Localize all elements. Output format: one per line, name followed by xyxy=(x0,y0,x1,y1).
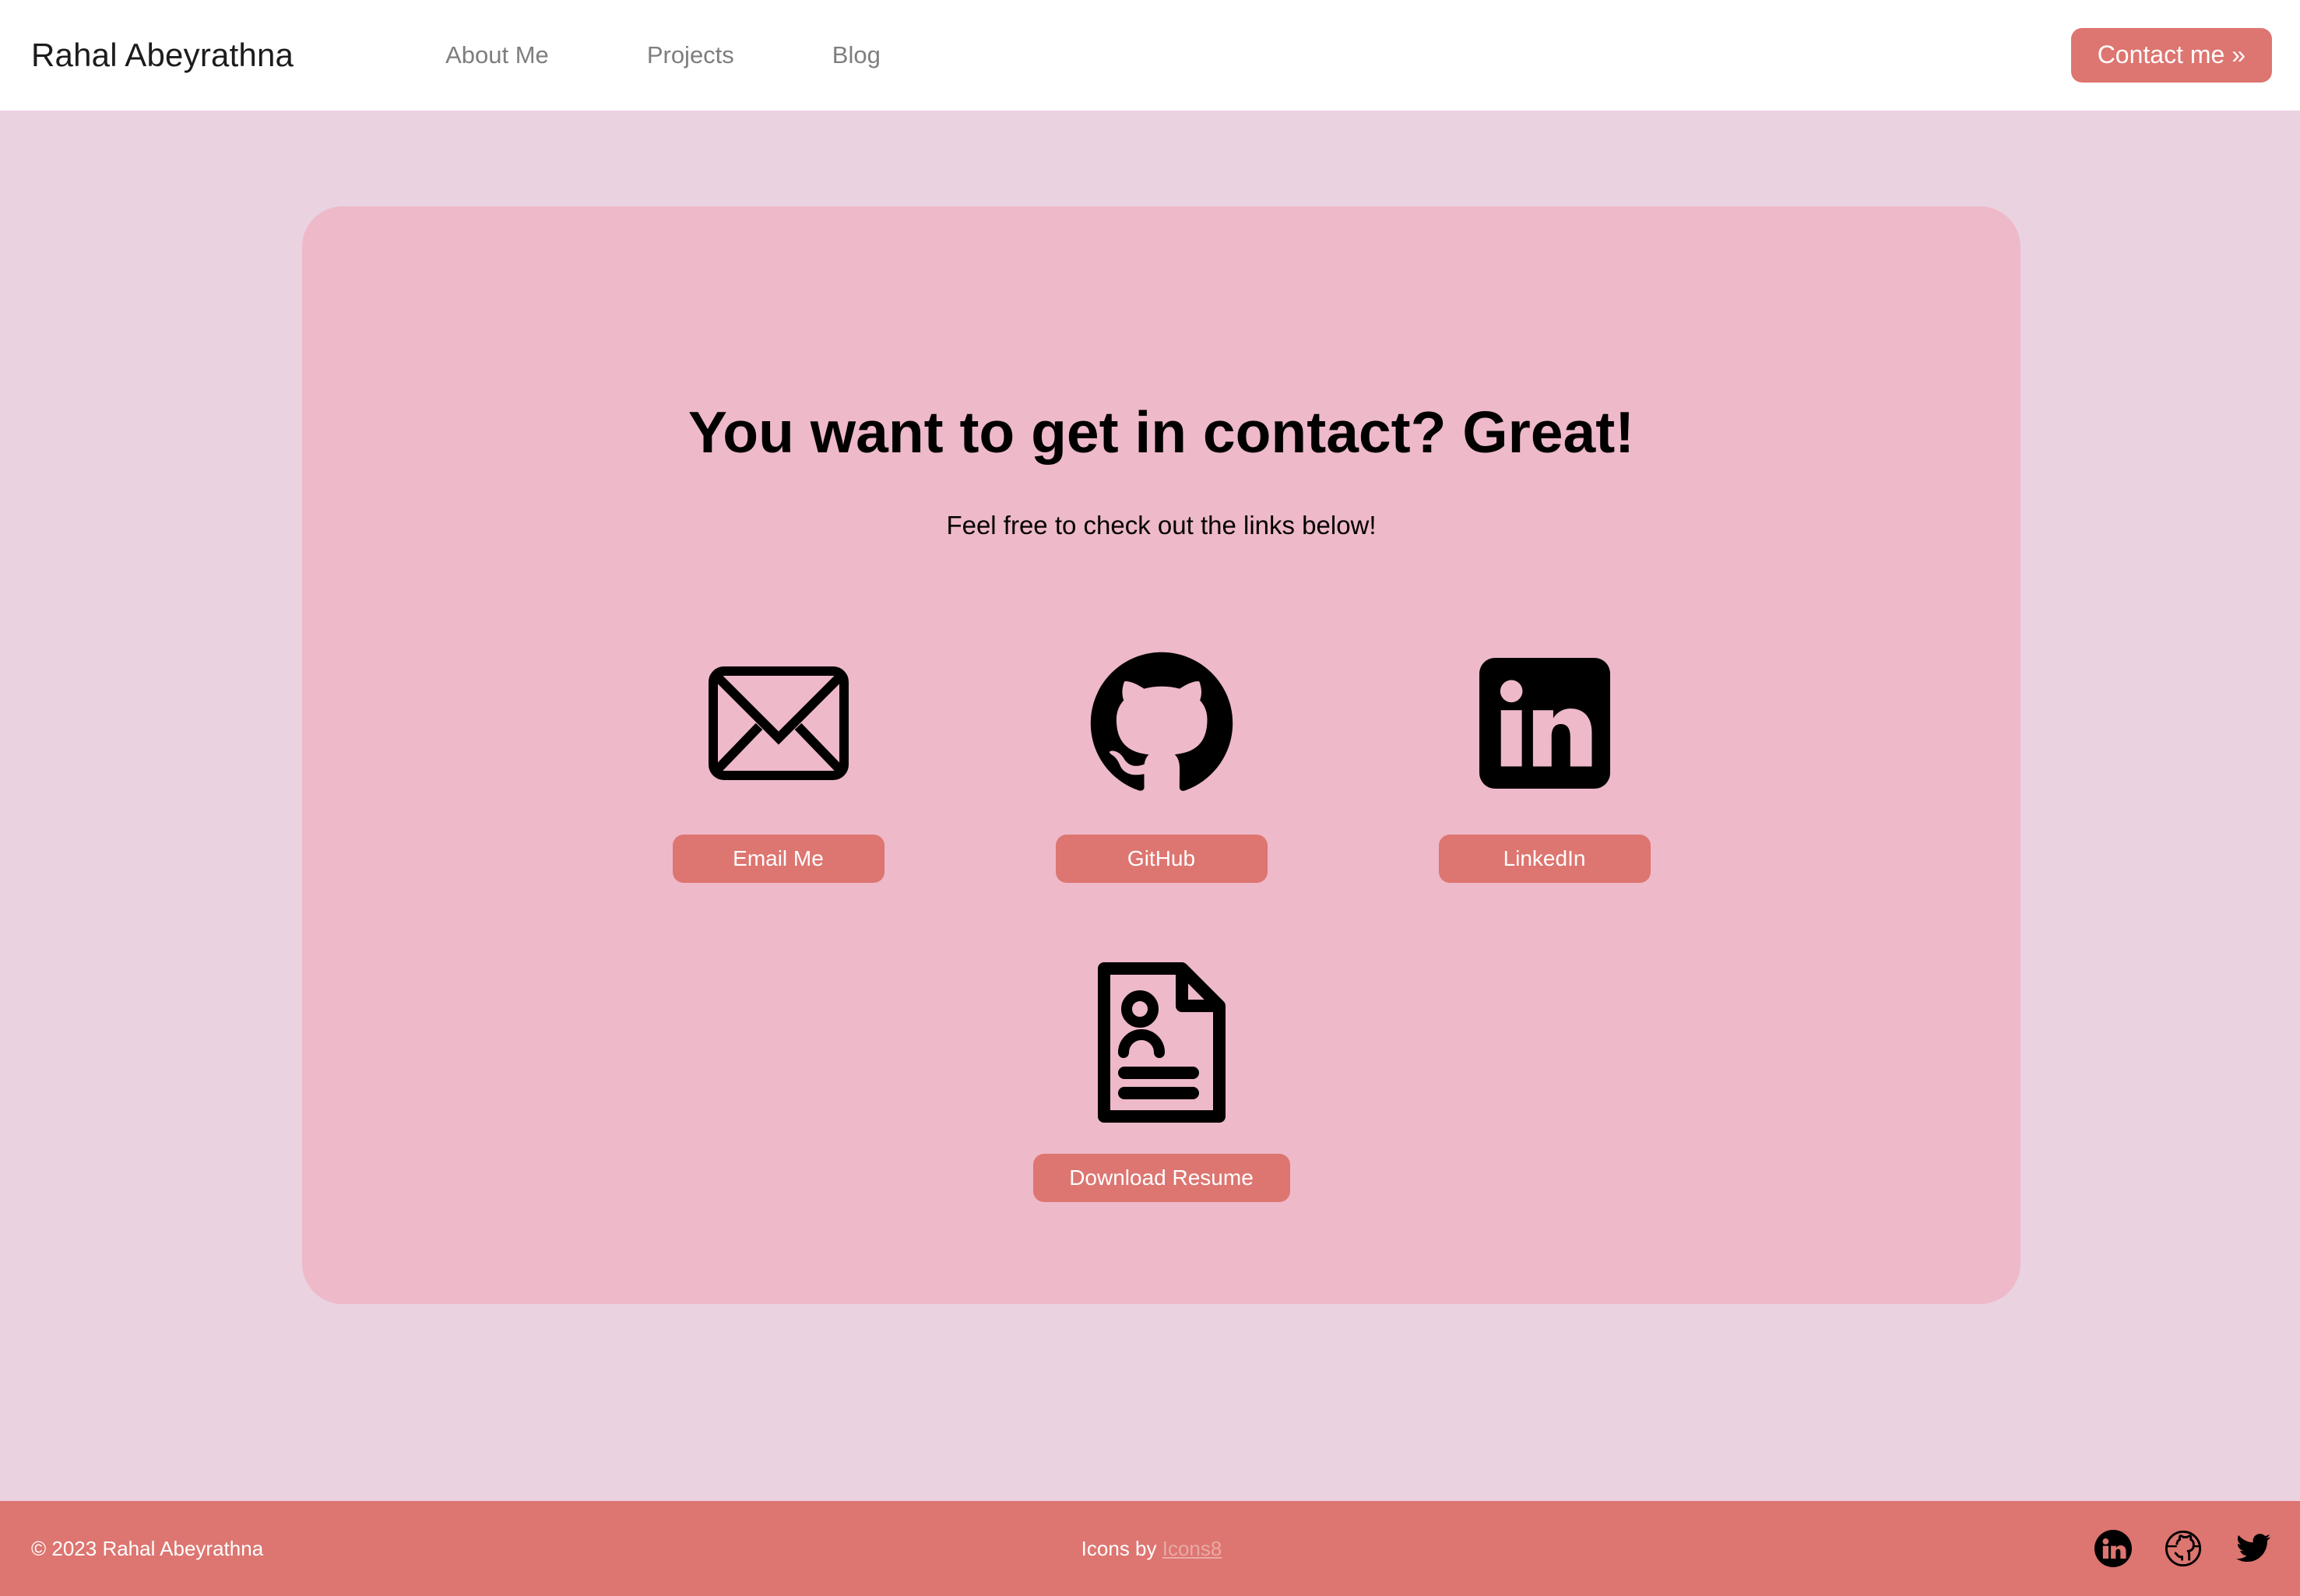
envelope-icon[interactable] xyxy=(706,645,851,801)
footer-credit-prefix: Icons by xyxy=(1081,1536,1162,1560)
download-resume-button[interactable]: Download Resume xyxy=(1032,1153,1290,1202)
navbar: Rahal Abeyrathna About Me Projects Blog … xyxy=(0,0,2300,111)
github-icon[interactable] xyxy=(2165,1530,2202,1567)
linkedin-button[interactable]: LinkedIn xyxy=(1438,834,1651,883)
linkedin-icon[interactable] xyxy=(1479,645,1610,801)
contact-link-resume[interactable]: Download Resume xyxy=(1032,961,1290,1202)
footer-social-links xyxy=(1222,1530,2272,1567)
contact-card: You want to get in contact? Great! Feel … xyxy=(302,206,2020,1304)
footer-credit: Icons by Icons8 xyxy=(1081,1537,1222,1561)
contact-link-github[interactable]: GitHub xyxy=(1055,645,1268,883)
email-me-button[interactable]: Email Me xyxy=(672,834,884,883)
icons8-link[interactable]: Icons8 xyxy=(1162,1537,1222,1560)
nav-link-about-me[interactable]: About Me xyxy=(445,41,549,69)
contact-me-button[interactable]: Contact me » xyxy=(2070,28,2272,83)
nav-link-blog[interactable]: Blog xyxy=(832,41,881,69)
contact-links-row: Email Me GitHub LinkedIn xyxy=(672,645,1651,883)
page-body: You want to get in contact? Great! Feel … xyxy=(0,111,2300,1501)
github-button[interactable]: GitHub xyxy=(1055,834,1268,883)
footer: © 2023 Rahal Abeyrathna Icons by Icons8 xyxy=(0,1501,2300,1596)
resume-row: Download Resume xyxy=(1032,961,1290,1202)
resume-document-icon[interactable] xyxy=(1095,961,1229,1123)
contact-link-linkedin[interactable]: LinkedIn xyxy=(1438,645,1651,883)
nav-links: About Me Projects Blog xyxy=(445,41,881,69)
footer-copyright: © 2023 Rahal Abeyrathna xyxy=(31,1536,264,1560)
twitter-icon[interactable] xyxy=(2235,1530,2272,1567)
github-icon[interactable] xyxy=(1088,645,1236,801)
page-subtitle: Feel free to check out the links below! xyxy=(946,510,1377,540)
brand-title: Rahal Abeyrathna xyxy=(31,37,294,73)
page-title: You want to get in contact? Great! xyxy=(688,399,1635,465)
contact-link-email[interactable]: Email Me xyxy=(672,645,884,883)
nav-link-projects[interactable]: Projects xyxy=(647,41,734,69)
linkedin-icon[interactable] xyxy=(2094,1530,2133,1567)
